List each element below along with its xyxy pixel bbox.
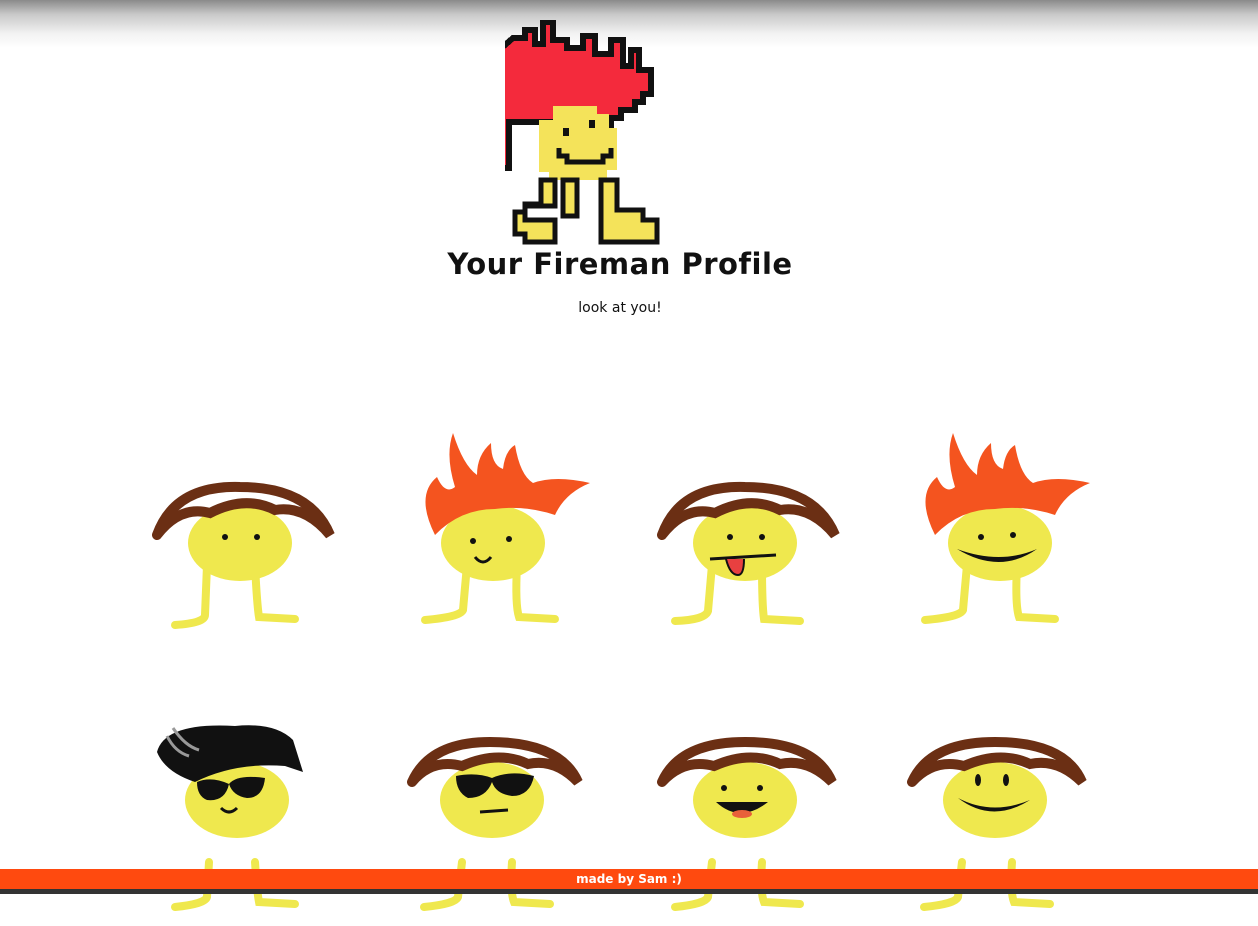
footer-credit: made by Sam :) [0, 869, 1258, 889]
avatar-option-4[interactable] [905, 425, 1105, 635]
avatar-option-2[interactable] [405, 425, 605, 635]
page-title: Your Fireman Profile [447, 247, 793, 281]
avatar-option-1[interactable] [145, 425, 345, 635]
bottom-strip [0, 889, 1258, 894]
page-subtitle: look at you! [578, 300, 662, 316]
pixel-fireman-logo-icon [505, 20, 660, 245]
avatar-option-3[interactable] [650, 425, 850, 635]
